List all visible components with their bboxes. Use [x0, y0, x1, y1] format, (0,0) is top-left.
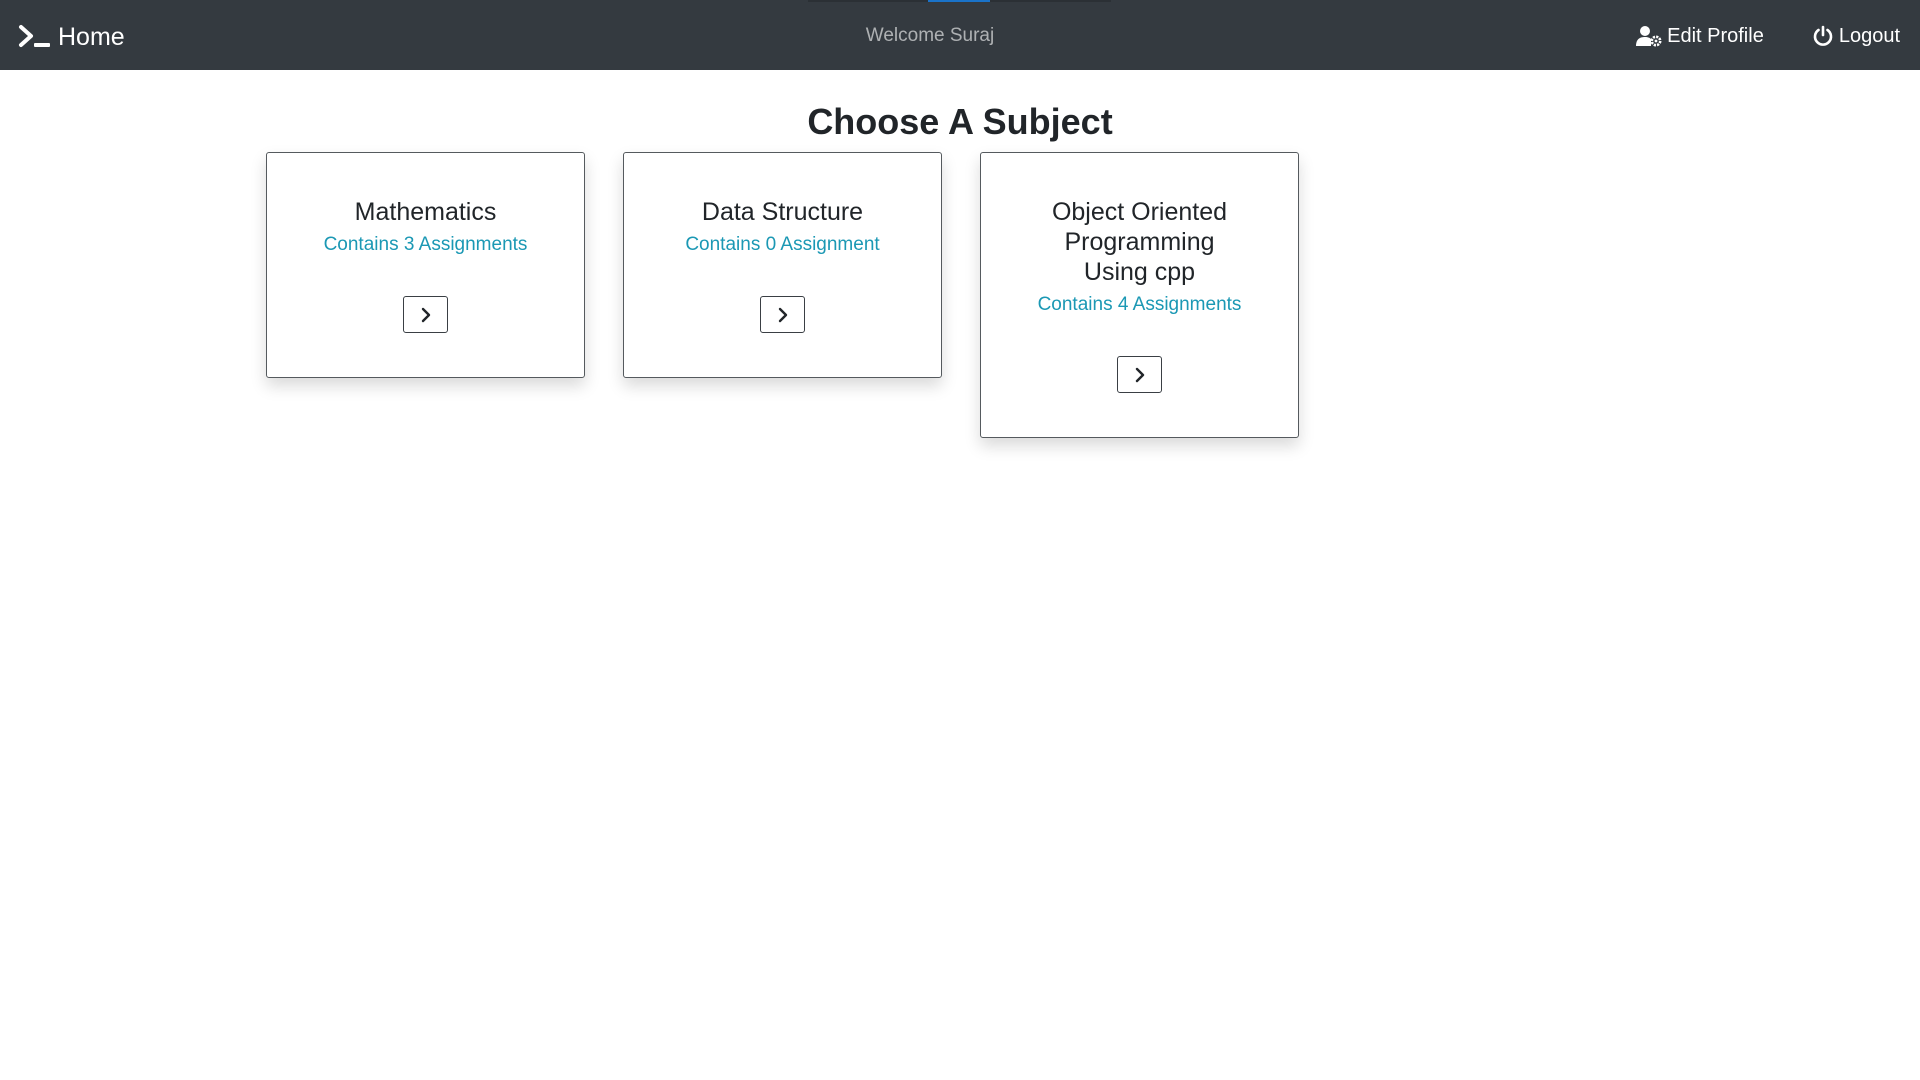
subject-card-assignment-count: Contains 0 Assignment	[685, 234, 880, 255]
subject-card-title: Object Oriented Programming Using cpp	[1051, 198, 1228, 286]
logout-label: Logout	[1838, 25, 1900, 47]
chevron-right-icon	[419, 306, 433, 324]
subject-card-data-structure: Data Structure Contains 0 Assignment	[623, 152, 942, 378]
open-subject-button[interactable]	[403, 296, 448, 333]
top-navbar: Home Welcome Suraj Edit Profile Logout	[0, 0, 1920, 70]
subject-card-assignment-count: Contains 4 Assignments	[1037, 294, 1242, 315]
subject-card-mathematics: Mathematics Contains 3 Assignments	[266, 152, 585, 378]
chevron-right-icon	[776, 306, 790, 324]
open-subject-button[interactable]	[760, 296, 805, 333]
page-loading-bar-fill	[928, 0, 990, 2]
chevron-right-icon	[1133, 366, 1147, 384]
subject-card-assignment-count: Contains 3 Assignments	[323, 234, 528, 255]
page-title: Choose A Subject	[807, 101, 1113, 142]
edit-profile-label: Edit Profile	[1667, 25, 1764, 47]
welcome-message: Welcome Suraj	[865, 25, 995, 46]
user-cog-icon	[1636, 25, 1667, 47]
subject-card-title: Data Structure	[701, 198, 864, 226]
open-subject-button[interactable]	[1117, 356, 1162, 393]
subject-card-list: Mathematics Contains 3 Assignments Data …	[266, 152, 1337, 438]
logout-link[interactable]: Logout	[1812, 22, 1900, 50]
subject-card-oop-cpp: Object Oriented Programming Using cpp Co…	[980, 152, 1299, 438]
power-icon	[1812, 25, 1839, 47]
subject-card-title: Mathematics	[354, 198, 497, 226]
edit-profile-link[interactable]: Edit Profile	[1636, 22, 1764, 50]
user-menu: Edit Profile Logout	[1588, 22, 1900, 50]
